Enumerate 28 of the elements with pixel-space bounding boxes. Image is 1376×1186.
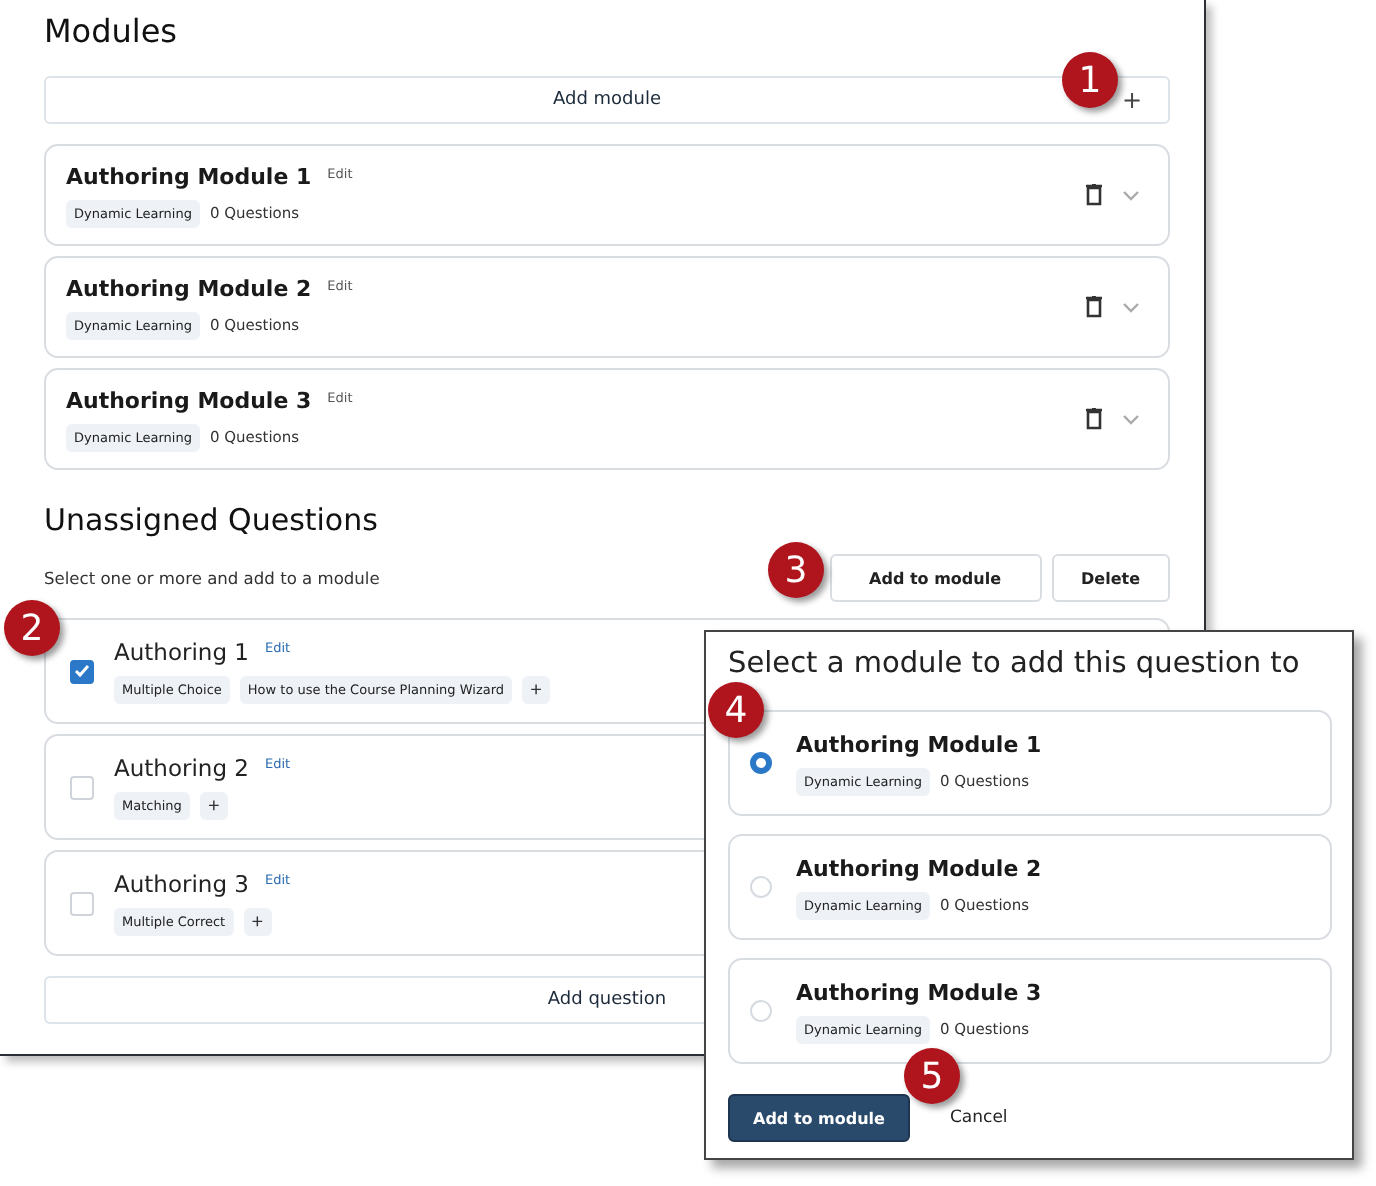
trash-icon[interactable] — [1086, 184, 1102, 206]
chevron-down-icon[interactable] — [1122, 189, 1140, 201]
question-title: Authoring 2 — [114, 754, 249, 782]
checkbox[interactable] — [70, 659, 94, 683]
add-tag-button[interactable]: + — [199, 792, 228, 820]
add-tag-button[interactable]: + — [522, 676, 551, 704]
radio-button[interactable] — [750, 752, 772, 774]
section-title: Unassigned Questions — [44, 502, 380, 542]
question-title: Authoring 1 — [114, 638, 249, 666]
add-tag-button[interactable]: + — [243, 908, 272, 936]
dialog-title: Select a module to add this question to — [728, 648, 1302, 684]
instruction-text: Select one or more and add to a module — [44, 568, 380, 588]
add-to-module-button[interactable]: Add to module — [728, 1094, 910, 1142]
chevron-down-icon[interactable] — [1122, 301, 1140, 313]
module-title: Authoring Module 2 — [66, 275, 312, 301]
chevron-down-icon[interactable] — [1122, 413, 1140, 425]
module-title: Authoring Module 3 — [796, 979, 1044, 1005]
question-title: Authoring 3 — [114, 870, 249, 898]
module-title: Authoring Module 1 — [796, 731, 1044, 757]
add-to-module-button[interactable]: Add to module — [829, 554, 1042, 602]
module-title: Authoring Module 2 — [796, 855, 1044, 881]
trash-icon[interactable] — [1086, 296, 1102, 318]
module-title: Authoring Module 1 — [66, 163, 312, 189]
section-title: Modules — [44, 12, 180, 54]
delete-button[interactable]: Delete — [1051, 554, 1170, 602]
module-title: Authoring Module 3 — [66, 387, 312, 413]
cancel-button[interactable]: Cancel — [950, 1108, 1008, 1128]
trash-icon[interactable] — [1086, 408, 1102, 430]
